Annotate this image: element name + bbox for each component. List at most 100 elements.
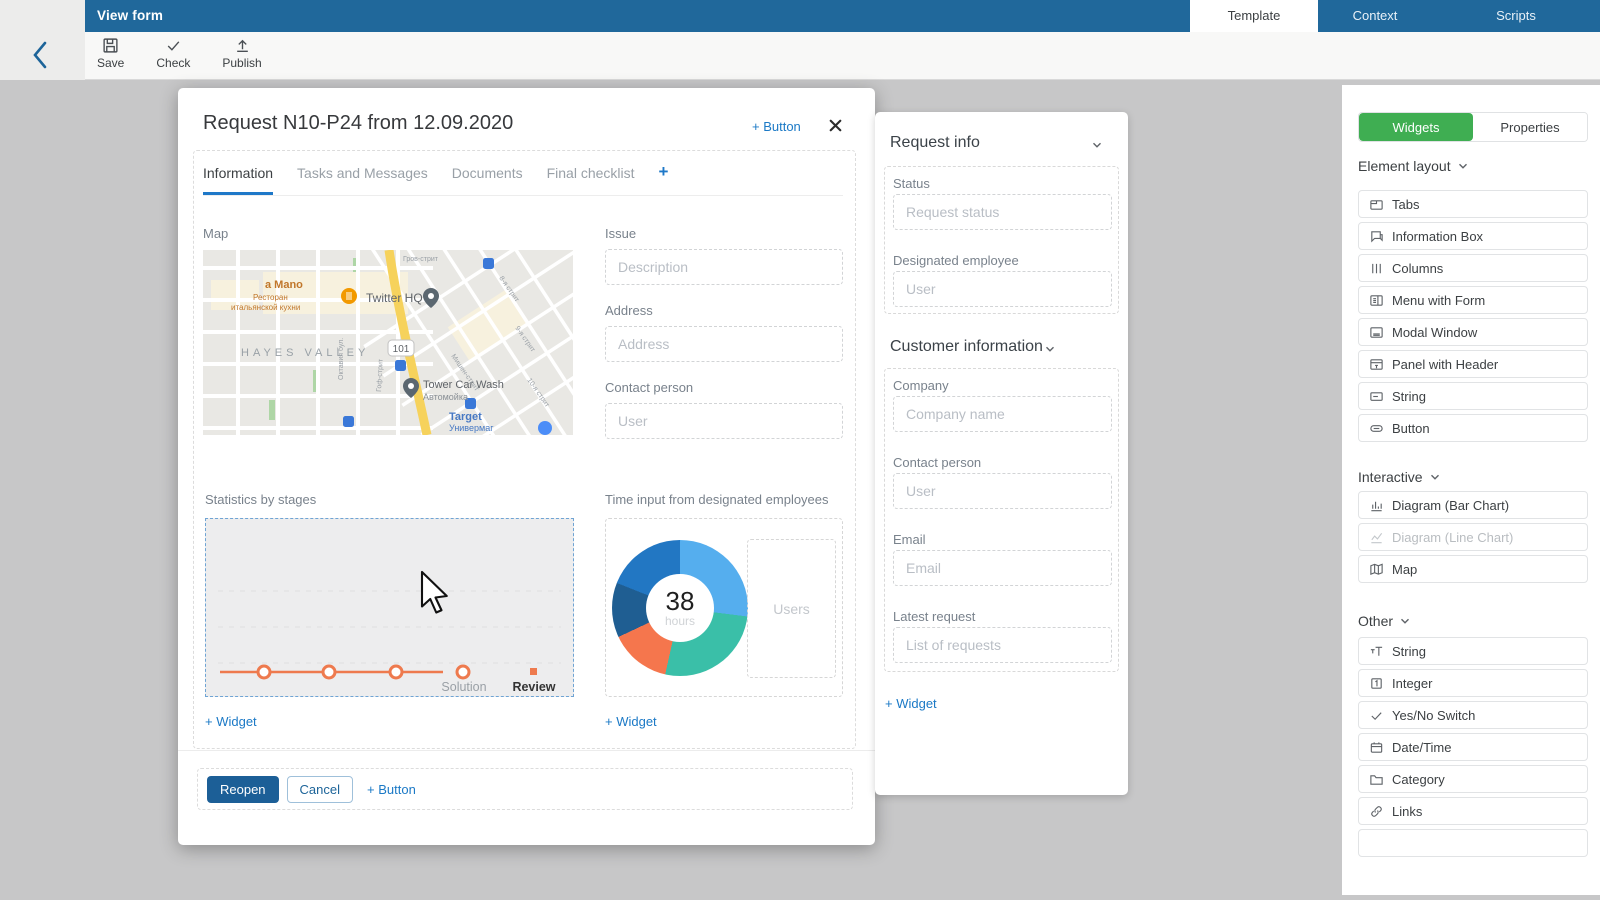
section-other[interactable]: Other xyxy=(1358,613,1412,629)
map-widget[interactable]: 101 a Mano Ресторан итальянской кухни Tw… xyxy=(203,250,573,435)
widget-item-empty[interactable] xyxy=(1358,829,1588,857)
address-label: Address xyxy=(605,303,653,318)
add-tab-icon[interactable]: + xyxy=(659,162,669,195)
save-button[interactable]: Save xyxy=(93,35,128,72)
issue-field[interactable]: Description xyxy=(605,249,843,285)
collapse-chevron-icon[interactable] xyxy=(1090,138,1104,152)
map-widget-label: Map xyxy=(203,226,228,241)
widget-item-panel-with-header[interactable]: Panel with Header xyxy=(1358,350,1588,378)
widget-item-yes-no-switch[interactable]: Yes/No Switch xyxy=(1358,701,1588,729)
cancel-button[interactable]: Cancel xyxy=(287,776,353,803)
back-icon[interactable] xyxy=(26,38,54,72)
widget-item-menu-with-form[interactable]: Menu with Form xyxy=(1358,286,1588,314)
contact-person-field[interactable]: User xyxy=(605,403,843,439)
statistics-line-chart[interactable]: Solution Review xyxy=(205,518,574,697)
add-widget-link-right[interactable]: + Widget xyxy=(605,714,657,729)
publish-button[interactable]: Publish xyxy=(218,35,265,72)
customer-contact-label: Contact person xyxy=(893,455,981,470)
status-field[interactable]: Request status xyxy=(893,194,1112,230)
check-icon xyxy=(165,37,182,54)
form-title: Request N10-P24 from 12.09.2020 xyxy=(203,112,513,135)
form-tab-documents[interactable]: Documents xyxy=(452,165,523,195)
stage-label-review: Review xyxy=(512,680,555,694)
donut-center-unit: hours xyxy=(665,614,695,628)
tabs-icon xyxy=(1369,197,1384,212)
tab-widgets[interactable]: Widgets xyxy=(1359,113,1473,141)
time-donut-widget[interactable]: 38 hours Users xyxy=(605,518,843,697)
menu-with-form-icon xyxy=(1369,293,1384,308)
tab-template[interactable]: Template xyxy=(1190,0,1318,32)
check-label: Check xyxy=(156,56,190,70)
widget-item-integer[interactable]: Integer xyxy=(1358,669,1588,697)
chevron-down-icon xyxy=(1398,614,1412,628)
reopen-button[interactable]: Reopen xyxy=(207,776,279,803)
button-icon xyxy=(1369,421,1384,436)
map-route-label: 101 xyxy=(393,344,410,355)
integer-icon xyxy=(1369,676,1384,691)
tab-scripts[interactable]: Scripts xyxy=(1432,0,1600,32)
sidebar-tab-toggle: Widgets Properties xyxy=(1358,112,1588,142)
columns-icon xyxy=(1369,261,1384,276)
svg-text:Ресторан: Ресторан xyxy=(253,293,288,302)
widgets-sidebar: Widgets Properties Element layout Tabs I… xyxy=(1342,85,1600,895)
widget-item-information-box[interactable]: Information Box xyxy=(1358,222,1588,250)
widget-item-diagram-line-chart[interactable]: Diagram (Line Chart) xyxy=(1358,523,1588,551)
latest-request-field[interactable]: List of requests xyxy=(893,627,1112,663)
close-icon[interactable] xyxy=(827,117,844,134)
form-designer-modal: Request N10-P24 from 12.09.2020 + Button… xyxy=(178,88,875,845)
address-field[interactable]: Address xyxy=(605,326,843,362)
widget-item-tabs[interactable]: Tabs xyxy=(1358,190,1588,218)
status-label: Status xyxy=(893,176,930,191)
contact-person-label: Contact person xyxy=(605,380,693,395)
widget-item-modal-window[interactable]: Modal Window xyxy=(1358,318,1588,346)
calendar-icon xyxy=(1369,740,1384,755)
widget-item-columns[interactable]: Columns xyxy=(1358,254,1588,282)
widget-item-string-layout[interactable]: String xyxy=(1358,382,1588,410)
form-tabs: Information Tasks and Messages Documents… xyxy=(203,165,843,196)
form-tab-final-checklist[interactable]: Final checklist xyxy=(547,165,635,195)
form-tab-tasks[interactable]: Tasks and Messages xyxy=(297,165,428,195)
chevron-down-icon xyxy=(1456,159,1470,173)
svg-text:итальянской кухни: итальянской кухни xyxy=(231,303,300,312)
add-widget-link-left[interactable]: + Widget xyxy=(205,714,257,729)
publish-icon xyxy=(234,37,251,54)
map-icon xyxy=(1369,562,1384,577)
widget-item-date-time[interactable]: Date/Time xyxy=(1358,733,1588,761)
widget-item-links[interactable]: Links xyxy=(1358,797,1588,825)
tab-context[interactable]: Context xyxy=(1318,0,1432,32)
text-icon xyxy=(1369,644,1384,659)
panel-add-widget-link[interactable]: + Widget xyxy=(885,696,937,711)
section-element-layout[interactable]: Element layout xyxy=(1358,158,1470,174)
check-button[interactable]: Check xyxy=(152,35,194,72)
information-box-icon xyxy=(1369,229,1384,244)
bar-chart-icon xyxy=(1369,498,1384,513)
save-label: Save xyxy=(97,56,124,70)
line-chart-icon xyxy=(1369,530,1384,545)
add-button-link[interactable]: + Button xyxy=(752,119,801,134)
email-label: Email xyxy=(893,532,926,547)
email-field[interactable]: Email xyxy=(893,550,1112,586)
widget-item-map[interactable]: Map xyxy=(1358,555,1588,583)
widget-item-diagram-bar-chart[interactable]: Diagram (Bar Chart) xyxy=(1358,491,1588,519)
customer-collapse-chevron-icon[interactable] xyxy=(1043,342,1057,356)
form-tab-information[interactable]: Information xyxy=(203,165,273,195)
designated-employee-field[interactable]: User xyxy=(893,271,1112,307)
customer-contact-field[interactable]: User xyxy=(893,473,1112,509)
donut-center-value: 38 xyxy=(666,588,695,614)
switch-icon xyxy=(1369,708,1384,723)
footer-add-button-link[interactable]: + Button xyxy=(367,782,416,797)
widget-item-string-other[interactable]: String xyxy=(1358,637,1588,665)
footer-divider xyxy=(178,750,875,751)
customer-info-group: Company Company name Contact person User… xyxy=(884,368,1119,672)
string-icon xyxy=(1369,389,1384,404)
users-placeholder-box[interactable]: Users xyxy=(747,539,836,678)
request-info-title: Request info xyxy=(890,134,980,152)
widget-item-category[interactable]: Category xyxy=(1358,765,1588,793)
widget-item-button[interactable]: Button xyxy=(1358,414,1588,442)
section-interactive[interactable]: Interactive xyxy=(1358,469,1442,485)
save-icon xyxy=(102,37,119,54)
tab-properties[interactable]: Properties xyxy=(1473,113,1587,141)
request-info-group: Status Request status Designated employe… xyxy=(884,166,1119,314)
company-field[interactable]: Company name xyxy=(893,396,1112,432)
stage-label-solution: Solution xyxy=(441,680,486,694)
